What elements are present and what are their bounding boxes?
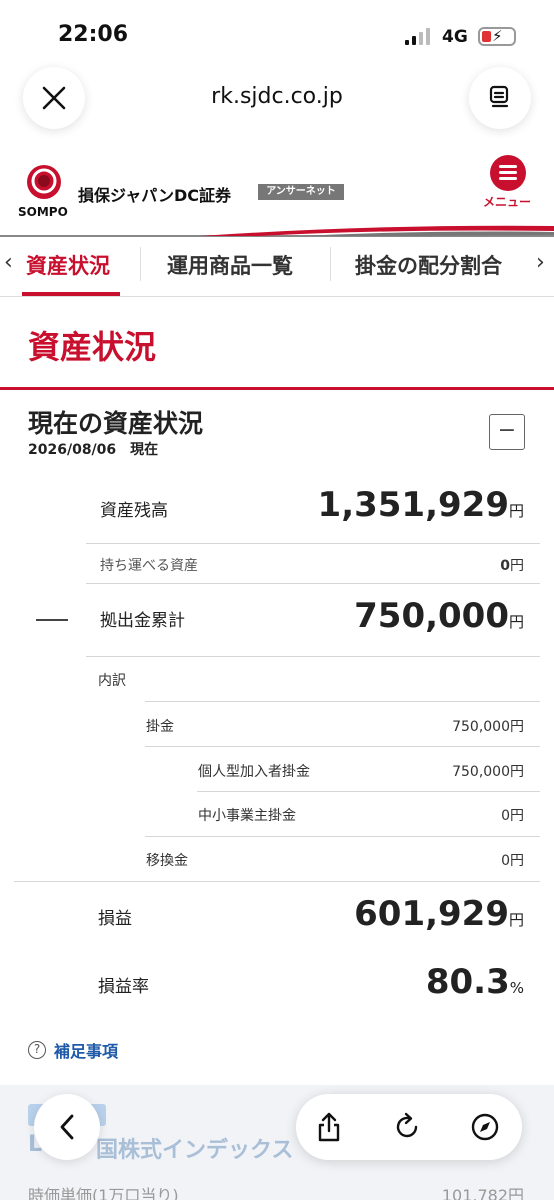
sompo-text: SOMPO — [18, 205, 68, 219]
status-time: 22:06 — [58, 22, 129, 47]
share-icon — [318, 1112, 340, 1142]
balance-value: 1,351,929円 — [317, 485, 524, 525]
fund-name-right: 国株式インデックス — [96, 1138, 294, 1163]
contribution-total-value: 750,000円 — [354, 596, 524, 636]
notes-link-text: 補足事項 — [54, 1042, 119, 1061]
tabs-scroll-right-icon[interactable]: › — [536, 250, 545, 275]
portable-value: 0円 — [500, 558, 524, 574]
brand-name: 損保ジャパンDC証券 — [78, 186, 232, 205]
balance-label: 資産残高 — [100, 501, 168, 521]
document-icon — [489, 85, 509, 108]
fund-unit-price-value: 101,782円 — [441, 1186, 524, 1200]
compass-button[interactable] — [468, 1110, 502, 1144]
contribution-total-label: 拠出金累計 — [100, 611, 185, 631]
reload-icon — [396, 1112, 418, 1138]
transfer-label: 移換金 — [146, 853, 188, 869]
tabs-scroll-left-icon[interactable]: ‹ — [4, 250, 13, 275]
hamburger-icon — [490, 155, 526, 191]
help-circle-icon: ? — [28, 1041, 46, 1059]
share-button[interactable] — [312, 1110, 346, 1144]
compass-icon — [471, 1113, 499, 1141]
battery-icon: ⚡ — [478, 27, 516, 46]
portable-label: 持ち運べる資産 — [100, 558, 198, 574]
header-divider — [0, 225, 554, 237]
menu-label: メニュー — [483, 195, 532, 209]
profit-label: 損益 — [98, 909, 132, 929]
collapse-button[interactable]: − — [489, 414, 525, 450]
reader-menu-button[interactable] — [469, 67, 531, 129]
chevron-left-icon — [60, 1114, 74, 1140]
bracket-dash — [36, 619, 68, 621]
individual-contribution-label: 個人型加入者掛金 — [198, 764, 310, 780]
page-title: 資産状況 — [28, 328, 157, 366]
notes-link[interactable]: ? 補足事項 — [28, 1038, 118, 1062]
tab-product-list[interactable]: 運用商品一覧 — [167, 250, 293, 280]
title-underline — [0, 387, 554, 390]
signal-icon — [405, 28, 433, 45]
tab-asset-status[interactable]: 資産状況 — [26, 250, 110, 280]
individual-contribution-value: 750,000円 — [452, 764, 524, 780]
tab-separator — [330, 247, 331, 281]
sompo-logo-icon — [27, 165, 61, 199]
back-button[interactable] — [34, 1094, 100, 1160]
reload-button[interactable] — [390, 1110, 424, 1144]
network-label: 4G — [442, 27, 468, 47]
tab-separator — [140, 247, 141, 281]
profit-rate-value: 80.3% — [425, 962, 524, 1002]
kakekin-label: 掛金 — [146, 719, 174, 735]
answernet-badge: アンサーネット — [258, 184, 344, 200]
tab-allocation[interactable]: 掛金の配分割合 — [355, 250, 502, 280]
profit-value: 601,929円 — [354, 894, 524, 934]
tabs-bottom-border — [0, 296, 554, 297]
kakekin-value: 750,000円 — [452, 719, 524, 735]
breakdown-label: 内訳 — [98, 673, 126, 689]
profit-rate-label: 損益率 — [98, 977, 149, 997]
smb-contribution-label: 中小事業主掛金 — [198, 808, 296, 824]
smb-contribution-value: 0円 — [501, 808, 524, 824]
section-title: 現在の資産状況 — [28, 409, 204, 438]
fund-unit-price-label: 時価単価(1万口当り) — [28, 1186, 179, 1200]
browser-toolbar — [296, 1094, 522, 1160]
section-date: 2026/08/06 現在 — [28, 442, 159, 458]
transfer-value: 0円 — [501, 853, 524, 869]
